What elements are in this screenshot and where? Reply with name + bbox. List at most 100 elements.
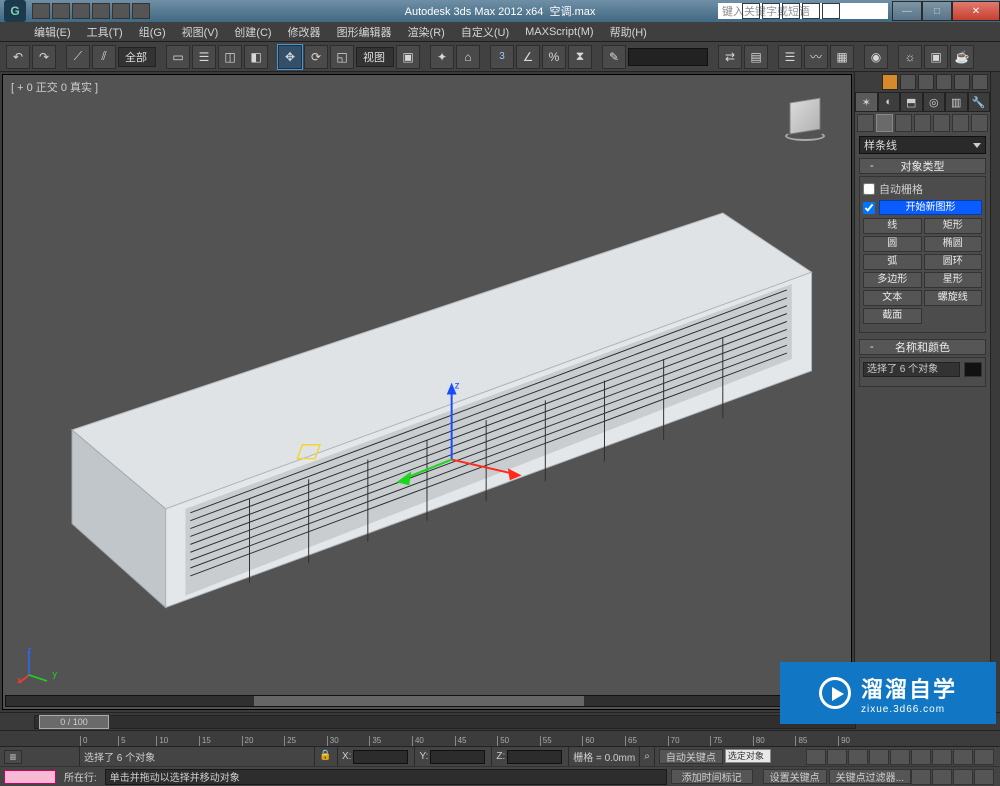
infocenter-btn-3[interactable]	[782, 3, 800, 19]
menu-grapheditors[interactable]: 图形编辑器	[329, 22, 400, 42]
qat-btn-3[interactable]	[72, 3, 90, 19]
viewport-hscrollbar[interactable]	[5, 695, 833, 707]
setkey-button[interactable]: 设置关键点	[763, 769, 827, 784]
object-color-swatch[interactable]	[964, 362, 982, 377]
select-icon[interactable]: ▭	[166, 45, 190, 69]
align-icon[interactable]: ▤	[744, 45, 768, 69]
qat-btn-1[interactable]	[32, 3, 50, 19]
mirror-icon[interactable]: ⇄	[718, 45, 742, 69]
helpers-subtab[interactable]	[933, 114, 950, 132]
shape-circle[interactable]: 圆	[863, 236, 922, 252]
toggle-sun-icon[interactable]	[882, 74, 898, 90]
menu-help[interactable]: 帮助(H)	[602, 22, 655, 42]
shape-star[interactable]: 星形	[924, 272, 983, 288]
window-crossing-icon[interactable]: ◧	[244, 45, 268, 69]
menu-group[interactable]: 组(G)	[131, 22, 174, 42]
nav-1-icon[interactable]	[911, 769, 931, 785]
select-name-icon[interactable]: ☰	[192, 45, 216, 69]
undo-icon[interactable]: ↶	[6, 45, 30, 69]
percent-snap-icon[interactable]: %	[542, 45, 566, 69]
infocenter-btn-1[interactable]	[742, 3, 760, 19]
space-subtab[interactable]	[952, 114, 969, 132]
autogrid-checkbox[interactable]	[863, 183, 875, 195]
edit-named-sel-icon[interactable]: ✎	[602, 45, 626, 69]
menu-rendering[interactable]: 渲染(R)	[400, 22, 453, 42]
nav-3-icon[interactable]	[953, 769, 973, 785]
layers-icon[interactable]: ☰	[778, 45, 802, 69]
infocenter-btn-2[interactable]	[762, 3, 780, 19]
shape-rectangle[interactable]: 矩形	[924, 218, 983, 234]
move-icon[interactable]: ✥	[278, 45, 302, 69]
render-frame-icon[interactable]: ▣	[924, 45, 948, 69]
toggle-3-icon[interactable]	[954, 74, 970, 90]
toggle-light-icon[interactable]	[900, 74, 916, 90]
window-close[interactable]: ✕	[952, 1, 1000, 21]
menu-tools[interactable]: 工具(T)	[79, 22, 131, 42]
keymode-icon[interactable]: ⌂	[456, 45, 480, 69]
shapes-subtab[interactable]	[876, 114, 893, 132]
named-selection-dropdown[interactable]	[628, 48, 708, 66]
coord-y-field[interactable]	[430, 750, 485, 764]
keymode-dropdown[interactable]: 选定对象	[725, 749, 771, 763]
viewcube[interactable]	[783, 95, 827, 139]
nav-4-icon[interactable]	[974, 769, 994, 785]
time-slider-thumb[interactable]: 0 / 100	[39, 715, 109, 729]
render-icon[interactable]: ☕	[950, 45, 974, 69]
utilities-tab[interactable]: 🔧	[968, 92, 991, 112]
object-name-field[interactable]: 选择了 6 个对象	[863, 362, 960, 377]
key-icon[interactable]: ⌕	[644, 751, 650, 762]
viewport[interactable]: [ + 0 正交 0 真实 ]	[2, 74, 852, 710]
next-frame-icon[interactable]	[869, 749, 889, 765]
lock-icon[interactable]: 🔒	[319, 750, 333, 764]
rollout-object-type[interactable]: 对象类型	[859, 158, 986, 174]
window-maximize[interactable]: □	[922, 1, 952, 21]
shape-category-dropdown[interactable]: 样条线	[859, 136, 986, 154]
shape-helix[interactable]: 螺旋线	[924, 290, 983, 306]
nav-orbit-icon[interactable]	[953, 749, 973, 765]
menu-create[interactable]: 创建(C)	[226, 22, 279, 42]
manip-icon[interactable]: ✦	[430, 45, 454, 69]
rollout-name-color[interactable]: 名称和颜色	[859, 339, 986, 355]
scale-icon[interactable]: ◱	[330, 45, 354, 69]
schematic-icon[interactable]: ▦	[830, 45, 854, 69]
rotate-icon[interactable]: ⟳	[304, 45, 328, 69]
shape-arc[interactable]: 弧	[863, 254, 922, 270]
menu-customize[interactable]: 自定义(U)	[453, 22, 517, 42]
cameras-subtab[interactable]	[914, 114, 931, 132]
nav-2-icon[interactable]	[932, 769, 952, 785]
shape-donut[interactable]: 圆环	[924, 254, 983, 270]
infocenter-btn-5[interactable]	[822, 3, 840, 19]
trackbar-toggle-icon[interactable]: ≡	[4, 750, 22, 764]
viewport-label[interactable]: [ + 0 正交 0 真实 ]	[11, 79, 98, 95]
angle-snap-icon[interactable]: ∠	[516, 45, 540, 69]
pivot-icon[interactable]: ▣	[396, 45, 420, 69]
material-editor-icon[interactable]: ◉	[864, 45, 888, 69]
nav-zoom-icon[interactable]	[932, 749, 952, 765]
shape-line[interactable]: 线	[863, 218, 922, 234]
curve-editor-icon[interactable]: 〰	[804, 45, 828, 69]
menu-modifiers[interactable]: 修改器	[280, 22, 329, 42]
prev-frame-icon[interactable]	[827, 749, 847, 765]
selection-filter-dropdown[interactable]: 全部	[118, 47, 156, 67]
refcoord-dropdown[interactable]: 视图	[356, 47, 394, 67]
qat-btn-5[interactable]	[112, 3, 130, 19]
panel-vscrollbar[interactable]	[990, 72, 1000, 712]
lights-subtab[interactable]	[895, 114, 912, 132]
shape-ngon[interactable]: 多边形	[863, 272, 922, 288]
systems-subtab[interactable]	[971, 114, 988, 132]
goto-end-icon[interactable]	[890, 749, 910, 765]
window-minimize[interactable]: —	[892, 1, 922, 21]
shape-section[interactable]: 截面	[863, 308, 922, 324]
modify-tab[interactable]: ◐	[878, 92, 901, 112]
time-slider[interactable]: 0 / 100	[34, 715, 856, 729]
play-icon[interactable]	[848, 749, 868, 765]
snap-icon[interactable]: 3	[490, 45, 514, 69]
goto-start-icon[interactable]	[806, 749, 826, 765]
add-time-tag-button[interactable]: 添加时间标记	[671, 769, 753, 784]
toggle-4-icon[interactable]	[972, 74, 988, 90]
create-tab[interactable]: ✶	[855, 92, 878, 112]
menu-maxscript[interactable]: MAXScript(M)	[517, 24, 601, 40]
track-bar[interactable]: 0 5 10 15 20 25 30 35 40 45 50 55 60 65 …	[0, 730, 1000, 746]
script-listener-mini[interactable]	[4, 770, 56, 784]
qat-btn-2[interactable]	[52, 3, 70, 19]
